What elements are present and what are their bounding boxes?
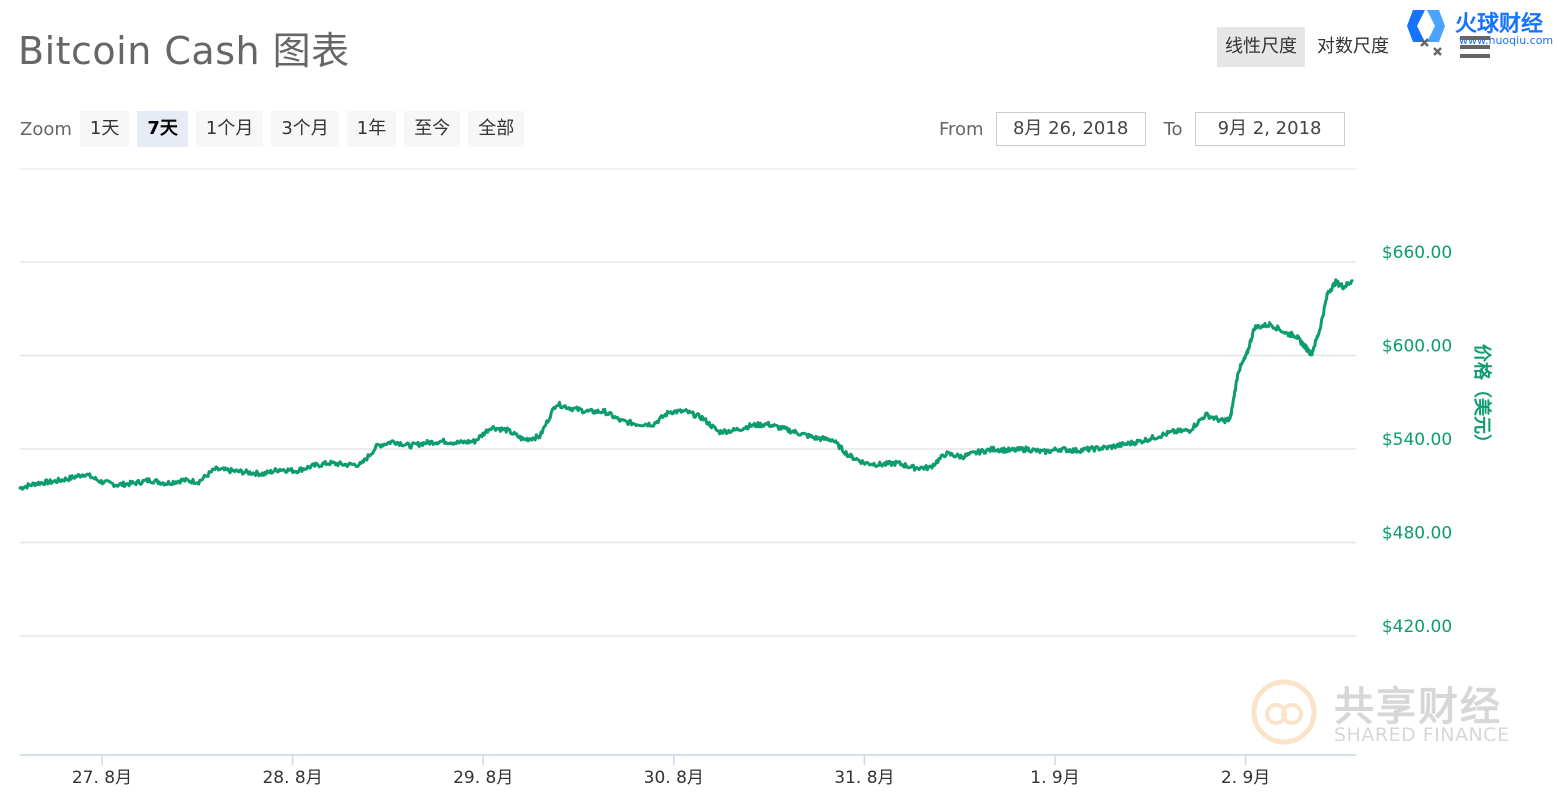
y-axis-title: 价格（美元） [1471,344,1493,452]
price-series-line [18,278,1354,491]
x-tick-label: 30. 8月 [644,768,704,788]
y-tick-label: $600.00 [1382,337,1452,357]
y-tick-label: $660.00 [1382,243,1452,263]
x-tick-label: 31. 8月 [834,768,894,788]
y-tick-label: $420.00 [1382,617,1452,637]
x-tick-label: 2. 9月 [1221,768,1270,788]
watermark-en: SHARED FINANCE [1334,724,1510,746]
x-tick-label: 29. 8月 [453,768,513,788]
y-tick-label: $540.00 [1382,430,1452,450]
y-tick-label: $480.00 [1382,524,1452,544]
watermark-logo-icon [1251,679,1317,745]
shared-finance-watermark: 共享财经 SHARED FINANCE [1248,672,1528,752]
x-tick-label: 28. 8月 [262,768,322,788]
x-tick-label: 27. 8月 [72,768,132,788]
x-tick-label: 1. 9月 [1030,768,1079,788]
